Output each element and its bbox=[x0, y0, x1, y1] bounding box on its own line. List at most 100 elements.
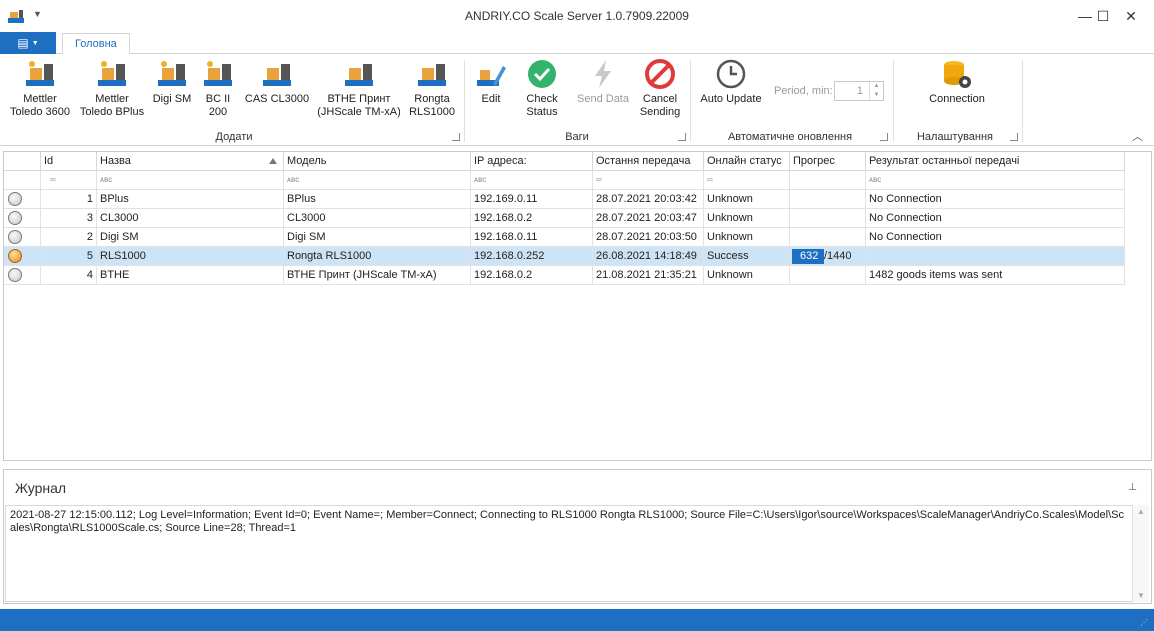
edit-scale-icon bbox=[477, 66, 506, 86]
group-launcher-settings[interactable] bbox=[1010, 133, 1018, 141]
column-header-ip[interactable]: IP адреса: bbox=[471, 152, 593, 171]
add-bthe-button[interactable]: ВТНЕ Принт (JHScale TM-xA) bbox=[316, 58, 402, 119]
group-launcher-scales[interactable] bbox=[678, 133, 686, 141]
send-data-button[interactable]: Send Data bbox=[574, 58, 632, 106]
connection-button[interactable]: Connection bbox=[924, 58, 990, 106]
group-label-scales: Ваги bbox=[565, 131, 589, 143]
filter-equals-icon: ═ bbox=[50, 175, 56, 184]
add-mettler-bplus-button[interactable]: Mettler Toledo BPlus bbox=[78, 58, 146, 119]
add-digi-sm-button[interactable]: Digi SM bbox=[150, 58, 194, 106]
file-menu-button[interactable]: ▤ ▼ bbox=[0, 32, 56, 54]
table-row[interactable]: 1 BPlus BPlus 192.169.0.11 28.07.2021 20… bbox=[4, 190, 1125, 209]
column-header-model[interactable]: Модель bbox=[284, 152, 471, 171]
status-indicator-icon bbox=[8, 268, 22, 282]
ip-cell: 192.168.0.2 bbox=[471, 266, 593, 285]
filter-text-icon: ᴀʙc bbox=[474, 175, 487, 184]
scales-grid[interactable]: Id Назва Модель IP адреса: Остання перед… bbox=[3, 151, 1152, 461]
last-transfer-cell: 28.07.2021 20:03:47 bbox=[593, 209, 704, 228]
column-header-online-status[interactable]: Онлайн статус bbox=[704, 152, 790, 171]
table-row[interactable]: 4 BTHE ВТНЕ Принт (JHScale TM-xA) 192.16… bbox=[4, 266, 1125, 285]
column-header-progress[interactable]: Прогрес bbox=[790, 152, 866, 171]
check-status-button[interactable]: Check Status bbox=[520, 58, 564, 119]
filter-text-icon: ᴀʙc bbox=[100, 175, 113, 184]
spin-up-icon[interactable]: ▲ bbox=[874, 83, 880, 89]
table-row[interactable]: 3 CL3000 CL3000 192.168.0.2 28.07.2021 2… bbox=[4, 209, 1125, 228]
filter-cell-model[interactable]: ᴀʙc bbox=[284, 171, 471, 190]
id-cell: 3 bbox=[41, 209, 97, 228]
online-status-cell: Success bbox=[704, 247, 790, 266]
group-separator bbox=[1022, 60, 1023, 142]
result-cell: 1482 goods items was sent bbox=[866, 266, 1125, 285]
button-label: CAS CL3000 bbox=[244, 93, 310, 105]
progress-total: /1440 bbox=[824, 250, 852, 262]
column-header-id[interactable]: Id bbox=[41, 152, 97, 171]
add-rongta-button[interactable]: Rongta RLS1000 bbox=[408, 58, 456, 119]
column-header-state[interactable] bbox=[4, 152, 41, 171]
button-label: Rongta RLS1000 bbox=[409, 93, 455, 118]
scroll-up-icon[interactable]: ▲ bbox=[1133, 507, 1149, 516]
add-cas-cl3000-button[interactable]: CAS CL3000 bbox=[243, 58, 311, 106]
id-cell: 2 bbox=[41, 228, 97, 247]
scale-icon bbox=[263, 64, 291, 86]
add-mettler-3600-button[interactable]: Mettler Toledo 3600 bbox=[6, 58, 74, 119]
group-label-auto-update: Автоматичне оновлення bbox=[727, 131, 853, 143]
pin-icon[interactable]: ⊥ bbox=[1128, 482, 1137, 493]
filter-cell-progress[interactable] bbox=[790, 171, 866, 190]
window-title: ANDRIY.CO Scale Server 1.0.7909.22009 bbox=[465, 9, 689, 23]
table-row-selected[interactable]: 5 RLS1000 Rongta RLS1000 192.168.0.252 2… bbox=[4, 247, 1125, 266]
column-header-name[interactable]: Назва bbox=[97, 152, 284, 171]
progress-bar: 632 bbox=[792, 249, 824, 264]
filter-cell-id[interactable]: ═ bbox=[41, 171, 97, 190]
scroll-down-icon[interactable]: ▼ bbox=[1133, 591, 1149, 600]
filter-cell-state bbox=[4, 171, 41, 190]
filter-cell-online-status[interactable]: ═ bbox=[704, 171, 790, 190]
edit-button[interactable]: Edit bbox=[470, 58, 512, 106]
cancel-sending-button[interactable]: Cancel Sending bbox=[636, 58, 684, 119]
table-row[interactable]: 2 Digi SM Digi SM 192.168.0.11 28.07.202… bbox=[4, 228, 1125, 247]
model-cell: ВТНЕ Принт (JHScale TM-xA) bbox=[284, 266, 471, 285]
filter-cell-last-transfer[interactable]: ═ bbox=[593, 171, 704, 190]
spin-down-icon[interactable]: ▼ bbox=[874, 92, 880, 98]
id-cell: 4 bbox=[41, 266, 97, 285]
auto-update-button[interactable]: Auto Update bbox=[698, 58, 764, 106]
journal-scrollbar[interactable]: ▲ ▼ bbox=[1132, 505, 1149, 602]
status-indicator-icon bbox=[8, 211, 22, 225]
ip-cell: 192.169.0.11 bbox=[471, 190, 593, 209]
tab-home[interactable]: Головна bbox=[62, 33, 130, 55]
period-input[interactable]: 1 ▲ ▼ bbox=[834, 81, 884, 101]
column-header-result[interactable]: Результат останньої передачі bbox=[866, 152, 1125, 171]
last-transfer-cell: 28.07.2021 20:03:50 bbox=[593, 228, 704, 247]
group-label-add: Додати bbox=[215, 131, 253, 143]
button-label: Cancel Sending bbox=[639, 93, 681, 118]
grid-header-row: Id Назва Модель IP адреса: Остання перед… bbox=[4, 152, 1125, 171]
status-indicator-icon bbox=[8, 192, 22, 206]
filter-cell-result[interactable]: ᴀʙc bbox=[866, 171, 1125, 190]
collapse-ribbon-icon[interactable]: ︿ bbox=[1132, 128, 1143, 144]
ip-cell: 192.168.0.252 bbox=[471, 247, 593, 266]
file-menu-arrow-icon: ▼ bbox=[31, 39, 39, 47]
result-cell: No Connection bbox=[866, 209, 1125, 228]
column-header-last-transfer[interactable]: Остання передача bbox=[593, 152, 704, 171]
close-button[interactable]: ✕ bbox=[1108, 0, 1154, 32]
sort-ascending-icon bbox=[269, 158, 277, 164]
add-bc2-button[interactable]: BC II 200 bbox=[199, 58, 237, 119]
last-transfer-cell: 21.08.2021 21:35:21 bbox=[593, 266, 704, 285]
filter-text-icon: ᴀʙc bbox=[287, 175, 300, 184]
filter-cell-name[interactable]: ᴀʙc bbox=[97, 171, 284, 190]
online-status-cell: Unknown bbox=[704, 190, 790, 209]
period-spinner[interactable]: ▲ ▼ bbox=[869, 82, 883, 100]
progress-value: 632 bbox=[800, 250, 819, 262]
filter-cell-ip[interactable]: ᴀʙc bbox=[471, 171, 593, 190]
resize-grip-icon[interactable]: ⋰ bbox=[1140, 618, 1150, 628]
model-cell: Digi SM bbox=[284, 228, 471, 247]
group-launcher-auto-update[interactable] bbox=[880, 133, 888, 141]
model-cell: CL3000 bbox=[284, 209, 471, 228]
name-cell: BPlus bbox=[97, 190, 284, 209]
button-label: Send Data bbox=[577, 93, 629, 105]
journal-log-text[interactable]: 2021-08-27 12:15:00.112; Log Level=Infor… bbox=[5, 505, 1133, 602]
grid-filter-row: ═ ᴀʙc ᴀʙc ᴀʙc ═ ═ ᴀʙc bbox=[4, 171, 1125, 190]
group-launcher-add[interactable] bbox=[452, 133, 460, 141]
button-label: BC II 200 bbox=[205, 93, 231, 118]
name-cell: BTHE bbox=[97, 266, 284, 285]
scale-icon bbox=[204, 61, 232, 86]
